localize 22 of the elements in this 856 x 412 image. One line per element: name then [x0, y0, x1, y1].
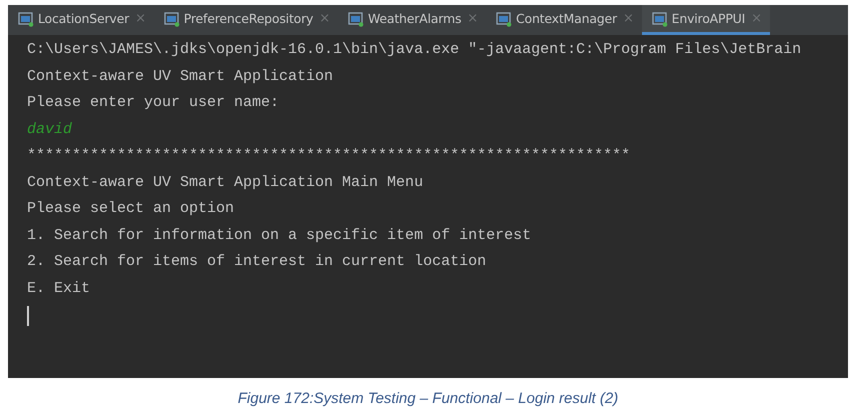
figure-caption: Figure 172:System Testing – Functional – Login result (2): [238, 390, 618, 407]
console-window-icon: [164, 10, 180, 26]
console-window-icon: [652, 10, 668, 26]
run-tab[interactable]: PreferenceRepository ×: [154, 5, 338, 35]
console-line: Please select an option: [27, 199, 234, 219]
console-window-icon: [18, 10, 34, 26]
console-window-icon: [496, 10, 512, 26]
console-line: Context-aware UV Smart Application: [27, 66, 334, 86]
text-cursor-icon: [27, 306, 29, 326]
console-line: 2. Search for items of interest in current location: [27, 252, 486, 272]
run-tab[interactable]: WeatherAlarms ×: [338, 5, 486, 35]
console-line: Please enter your user name:: [27, 93, 280, 113]
user-input-text: david: [27, 120, 72, 140]
run-tab[interactable]: ContextManager ×: [486, 5, 642, 35]
console-window-icon: [348, 10, 364, 26]
console-line: E. Exit: [27, 278, 90, 298]
console-line: Context-aware UV Smart Application Main Menu: [27, 172, 424, 192]
console-line: C:\Users\JAMES\.jdks\openjdk-16.0.1\bin\java.exe "-javaagent:C:\Program Files\JetBrain: [27, 40, 802, 60]
console-line: 1. Search for information on a specific item of interest: [27, 226, 532, 246]
run-tab[interactable]: LocationServer ×: [8, 5, 154, 35]
console-line: *******************************************************************: [27, 146, 630, 166]
run-tab[interactable]: EnviroAPPUI ×: [642, 5, 770, 35]
